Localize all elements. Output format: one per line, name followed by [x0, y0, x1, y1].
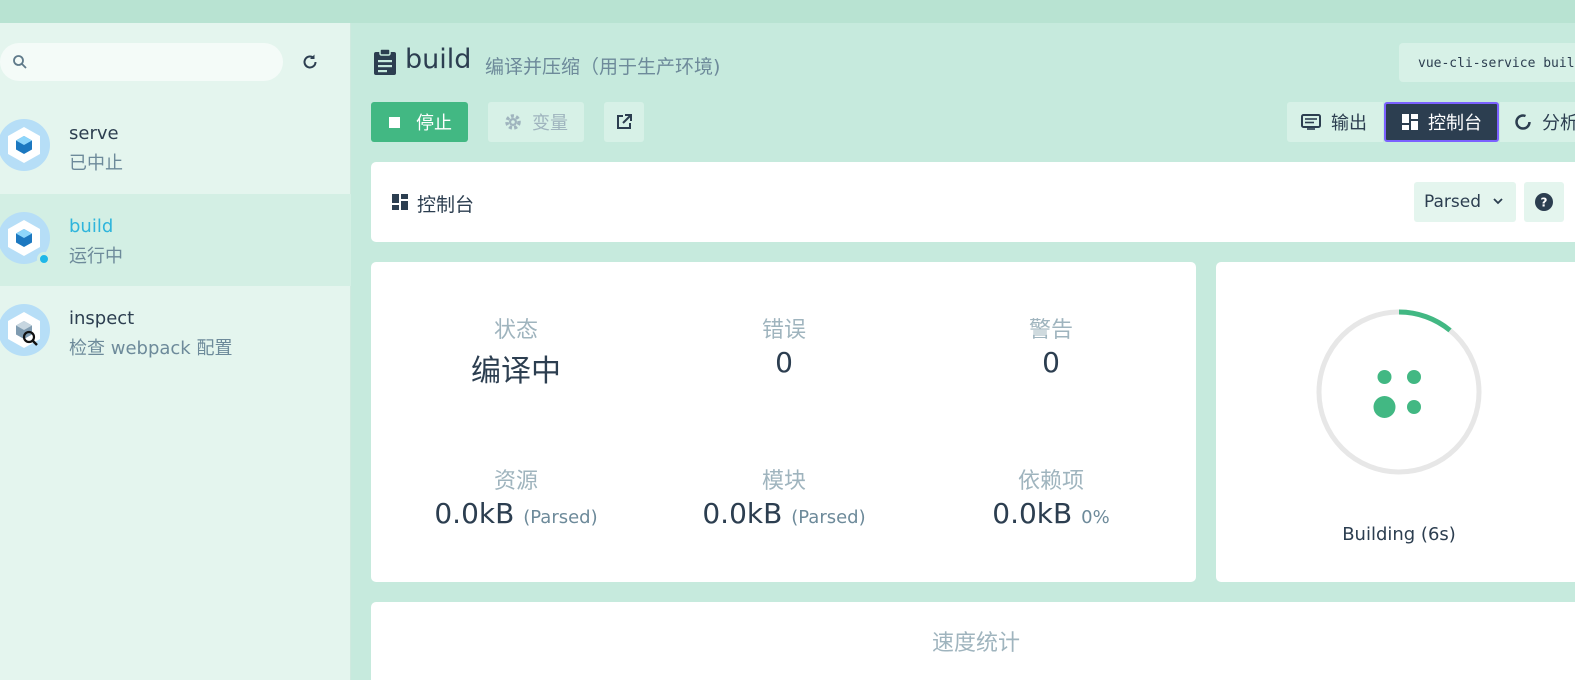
stat-value: 0.0kB: [702, 497, 783, 530]
stat-modules: 模块 0.0kB (Parsed): [639, 463, 929, 530]
webpack-inspect-icon: [0, 304, 50, 356]
speed-stats-title: 速度统计: [931, 631, 1020, 656]
external-link-icon: [617, 114, 632, 129]
page-subtitle: 编译并压缩（用于生产环境): [485, 56, 721, 78]
stat-value: 0.0kB: [992, 497, 1073, 530]
stat-value: 0.0kB: [434, 497, 515, 530]
stat-label: 依赖项: [1017, 469, 1084, 494]
size-mode-select[interactable]: Parsed: [1414, 182, 1516, 222]
terminal-icon: [1301, 114, 1321, 130]
tab-dashboard-label: 控制台: [1428, 113, 1482, 134]
tab-analyzer-label: 分析: [1542, 113, 1575, 134]
stat-status: 状态 编译中: [371, 312, 661, 390]
build-stats-card: 状态 编译中 错误 0 警告 0 资源 0.0kB (Parsed) 模块 0.…: [371, 262, 1196, 582]
help-icon: ?: [1535, 193, 1553, 211]
clipboard-icon: [374, 48, 396, 75]
running-indicator: [37, 252, 51, 266]
task-item-serve[interactable]: serve 已中止: [0, 101, 351, 193]
dashboard-panel-header: 控制台 Parsed ?: [371, 162, 1575, 242]
help-button[interactable]: ?: [1524, 182, 1564, 222]
task-sidebar: serve 已中止 build 运行中 inspect 检查 webpack 配…: [0, 23, 351, 680]
stop-label: 停止: [416, 113, 452, 134]
speed-stats-card: 速度统计: [371, 602, 1575, 680]
command-display: vue-cli-service build: [1399, 43, 1575, 82]
task-item-inspect[interactable]: inspect 检查 webpack 配置: [0, 286, 351, 378]
search-icon: [13, 55, 27, 69]
stat-value: 0: [775, 346, 793, 379]
task-description: 检查 webpack 配置: [69, 338, 233, 359]
stat-label: 警告: [1028, 318, 1073, 343]
stat-warnings: 警告 0: [906, 312, 1196, 379]
task-name: build: [69, 216, 114, 237]
stat-value: 编译中: [471, 354, 561, 389]
stat-label: 资源: [493, 469, 538, 494]
panel-title: 控制台: [417, 194, 475, 216]
stat-assets: 资源 0.0kB (Parsed): [371, 463, 661, 530]
stat-note: (Parsed): [523, 507, 598, 528]
task-name: inspect: [69, 308, 135, 329]
gear-icon: [505, 114, 521, 130]
stat-value: 0: [1042, 346, 1060, 379]
search-input[interactable]: [34, 49, 274, 75]
variables-label: 变量: [532, 113, 568, 134]
stat-label: 模块: [761, 469, 806, 494]
page-title: build: [405, 44, 472, 75]
stop-button[interactable]: 停止: [371, 102, 468, 142]
tab-analyzer[interactable]: 分析: [1500, 102, 1575, 142]
dashboard-icon: [392, 194, 408, 210]
build-progress-card: Building (6s): [1216, 262, 1575, 582]
stat-label: 状态: [493, 318, 538, 343]
loading-dots-icon: [1373, 370, 1421, 418]
tab-output[interactable]: 输出: [1287, 102, 1383, 142]
build-status-text: Building (6s): [1342, 524, 1456, 545]
progress-ring: [1316, 309, 1482, 475]
window-top-strip: [0, 0, 1575, 23]
stat-note: 0%: [1081, 507, 1110, 528]
tab-dashboard[interactable]: 控制台: [1384, 102, 1499, 142]
stat-label: 错误: [761, 318, 806, 343]
task-description: 已中止: [69, 153, 123, 174]
refresh-icon[interactable]: [300, 52, 320, 72]
tab-output-label: 输出: [1331, 113, 1367, 134]
variables-button[interactable]: 变量: [488, 102, 584, 142]
dashboard-icon: [1402, 114, 1418, 130]
task-name: serve: [69, 123, 119, 144]
stat-note: (Parsed): [791, 507, 866, 528]
task-item-build[interactable]: build 运行中: [0, 194, 351, 286]
task-search[interactable]: [0, 43, 283, 81]
stop-icon: [389, 116, 400, 128]
size-mode-value: Parsed: [1424, 192, 1482, 212]
stat-dependencies: 依赖项 0.0kB 0%: [906, 463, 1196, 530]
donut-chart-icon: [1514, 113, 1532, 131]
webpack-icon: [0, 119, 50, 171]
svg-text:?: ?: [1541, 196, 1548, 210]
open-external-button[interactable]: [604, 102, 644, 142]
task-description: 运行中: [69, 246, 123, 267]
stat-errors: 错误 0: [639, 312, 929, 379]
chevron-down-icon: [1493, 198, 1503, 205]
